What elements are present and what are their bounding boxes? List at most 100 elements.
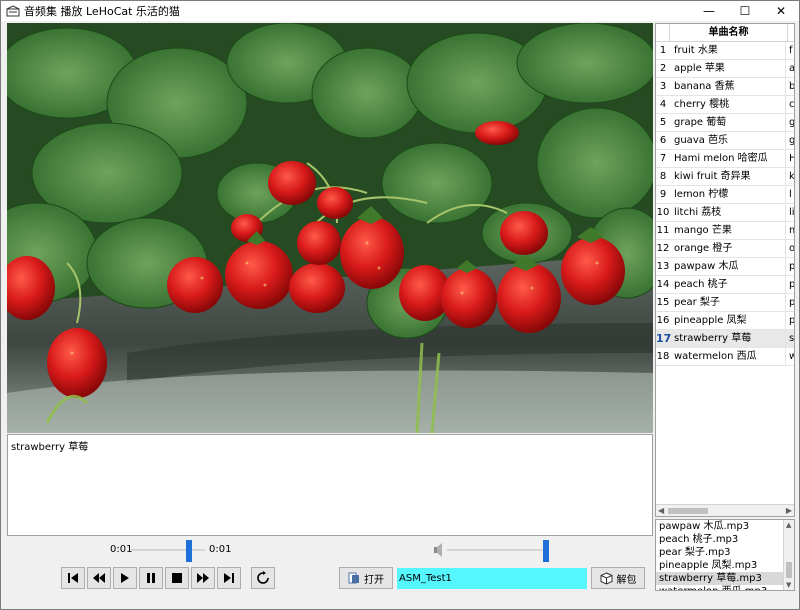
playlist-header: 单曲名称 [656, 24, 794, 42]
playlist-row-name: guava 芭乐 [674, 132, 786, 150]
file-list-vertical-scrollbar[interactable]: ▲ ▼ [783, 520, 794, 590]
rewind-button[interactable] [87, 567, 111, 589]
playlist-header-title[interactable]: 单曲名称 [670, 24, 788, 42]
playlist-row-extra: b [789, 81, 795, 92]
scrollbar-thumb[interactable] [786, 562, 792, 578]
playlist-row-name: kiwi fruit 奇异果 [674, 168, 786, 186]
playlist-row-number: 13 [656, 261, 670, 272]
playlist-row[interactable]: 14 peach 桃子 p [656, 276, 794, 294]
skip-to-end-button[interactable] [217, 567, 241, 589]
playlist-row-name: grape 葡萄 [674, 114, 786, 132]
seek-slider-track[interactable] [131, 549, 205, 551]
playlist-row[interactable]: 18 watermelon 西瓜w [656, 348, 794, 366]
unpack-button[interactable]: 解包 [591, 567, 645, 589]
scrollbar-thumb[interactable] [668, 508, 708, 514]
file-list-item[interactable]: watermelon 西瓜.mp3 [656, 585, 784, 590]
close-button[interactable]: ✕ [763, 1, 799, 21]
total-time: 0:01 [209, 544, 232, 555]
playlist-row[interactable]: 2 apple 苹果 a [656, 60, 794, 78]
fast-forward-icon [197, 573, 209, 583]
playlist-row[interactable]: 1 fruit 水果 f [656, 42, 794, 60]
main-window: 音频集 播放 LeHoCat 乐活的猫 — ☐ ✕ strawberry 草莓 … [0, 0, 800, 610]
playlist-row-extra: li [789, 207, 795, 218]
playlist-row-number: 18 [656, 351, 670, 362]
playlist-row[interactable]: 13 pawpaw 木瓜 p [656, 258, 795, 276]
file-list-item[interactable]: pineapple 凤梨.mp3 [656, 559, 784, 572]
volume-icon [433, 542, 445, 558]
playlist-horizontal-scrollbar[interactable]: ◀ ▶ [656, 504, 794, 516]
playlist-row[interactable]: 5 grape 葡萄 g [656, 114, 795, 132]
playlist-row-name: fruit 水果 [674, 42, 786, 60]
playlist-row-extra: o [789, 243, 795, 254]
pause-button[interactable] [139, 567, 163, 589]
playlist-row[interactable]: 12 orange 橙子 o [656, 240, 795, 258]
maximize-button[interactable]: ☐ [727, 1, 763, 21]
playlist-row-number: 4 [659, 99, 667, 110]
file-list-item[interactable]: pawpaw 木瓜.mp3 [656, 520, 784, 533]
playlist-row[interactable]: 9 lemon 柠檬 l [656, 186, 794, 204]
playlist-row-extra: s [789, 333, 795, 344]
playlist-row-name: pineapple 凤梨 [674, 312, 786, 330]
playlist-row-number: 16 [656, 315, 670, 326]
playlist-row-extra: f [789, 45, 793, 56]
window-title: 音频集 播放 LeHoCat 乐活的猫 [24, 5, 180, 18]
video-display[interactable] [7, 23, 653, 433]
playlist-row[interactable]: 4 cherry 樱桃 c [656, 96, 795, 114]
scroll-up-icon[interactable]: ▲ [786, 521, 791, 529]
playlist-row-number: 9 [659, 189, 667, 200]
scroll-left-icon[interactable]: ◀ [658, 506, 664, 515]
fast-forward-button[interactable] [191, 567, 215, 589]
minimize-button[interactable]: — [691, 1, 727, 21]
playlist-row-number: 14 [656, 279, 670, 290]
playlist-row-extra: w [789, 348, 794, 366]
open-button[interactable]: 打开 [339, 567, 393, 589]
file-list-item[interactable]: strawberry 草莓.mp3 [656, 572, 784, 585]
seek-slider-thumb[interactable] [186, 540, 192, 562]
playlist-row-extra: p [789, 261, 795, 272]
playlist-row[interactable]: 16 pineapple 凤梨 p [656, 312, 795, 330]
playlist-row-name: mango 芒果 [674, 222, 786, 240]
playlist-table[interactable]: 单曲名称 1 fruit 水果 f 2 apple 苹果 a 3 banana 香蕉 b 4 che… [655, 23, 795, 517]
lyric-text-box[interactable]: strawberry 草莓 [7, 434, 653, 536]
playlist-row[interactable]: 8 kiwi fruit 奇异果 k [656, 168, 795, 186]
playlist-row[interactable]: 6 guava 芭乐 g [656, 132, 794, 150]
playlist-row[interactable]: 17 strawberry 草莓 s [656, 330, 795, 348]
unpack-button-label: 解包 [616, 574, 637, 586]
stop-button[interactable] [165, 567, 189, 589]
volume-slider-thumb[interactable] [543, 540, 549, 562]
playlist-row-name: banana 香蕉 [674, 78, 786, 96]
playlist-row-number: 8 [659, 171, 667, 182]
current-time: 0:01 [110, 544, 133, 555]
skip-to-start-button[interactable] [61, 567, 85, 589]
package-icon [600, 571, 612, 585]
volume-slider-track[interactable] [447, 549, 547, 551]
file-list-item[interactable]: pear 梨子.mp3 [656, 546, 784, 559]
playlist-row-name: watermelon 西瓜 [674, 348, 786, 366]
file-list-item[interactable]: peach 桃子.mp3 [656, 533, 784, 546]
strawberry-photo [7, 23, 653, 433]
repeat-button[interactable] [251, 567, 275, 589]
skip-to-end-icon [224, 573, 234, 583]
playlist-row[interactable]: 3 banana 香蕉 b [656, 78, 795, 96]
playlist-row[interactable]: 10 litchi 荔枝 li [656, 204, 795, 222]
playlist-row-extra: g [789, 117, 795, 128]
playlist-row-extra: p [789, 315, 795, 326]
play-button[interactable] [113, 567, 137, 589]
playlist-row[interactable]: 7 Hami melon 哈密瓜H [656, 150, 794, 168]
playlist-row-extra: c [789, 99, 795, 110]
playlist-row-name: litchi 荔枝 [674, 204, 786, 222]
repeat-icon [257, 571, 269, 584]
name-input[interactable] [397, 568, 587, 589]
playlist-row-number: 7 [659, 153, 667, 164]
window-controls: — ☐ ✕ [691, 1, 799, 21]
file-list[interactable]: pawpaw 木瓜.mp3 peach 桃子.mp3 pear 梨子.mp3 pine… [655, 519, 795, 591]
playlist-row[interactable]: 11 mango 芒果m [656, 222, 794, 240]
scroll-down-icon[interactable]: ▼ [786, 581, 791, 589]
scroll-right-icon[interactable]: ▶ [786, 506, 792, 515]
playlist-row-name: pear 梨子 [674, 294, 786, 312]
rewind-icon [93, 573, 105, 583]
playlist-row[interactable]: 15 pear 梨子 p [656, 294, 794, 312]
playlist-row-name: lemon 柠檬 [674, 186, 786, 204]
pause-icon [147, 573, 155, 583]
playlist-row-extra: k [789, 171, 795, 182]
